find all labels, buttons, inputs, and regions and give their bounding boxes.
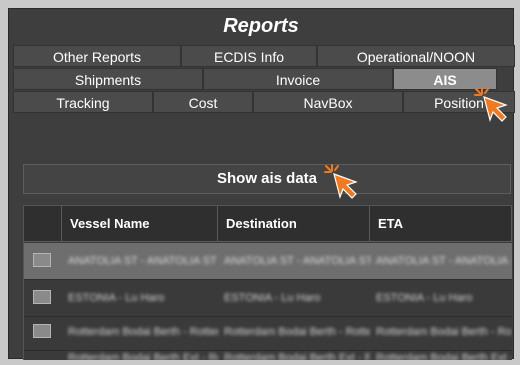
tab-shipments[interactable]: Shipments bbox=[13, 68, 203, 90]
reports-panel: Reports Other Reports ECDIS Info Operati… bbox=[8, 8, 515, 360]
tab-navbox[interactable]: NavBox bbox=[253, 91, 403, 113]
tab-row-3: Tracking Cost NavBox Position bbox=[13, 91, 515, 117]
tab-operational-noon[interactable]: Operational/NOON bbox=[317, 45, 515, 67]
tab-other-reports[interactable]: Other Reports bbox=[13, 45, 181, 67]
vessel-name-cell: Rotterdam Bodai Berth Ext - Rotterdam bbox=[68, 352, 218, 360]
eta-cell: ANATOLIA ST - ANATOLIA ST bbox=[376, 255, 512, 267]
column-header-vessel-name[interactable]: Vessel Name bbox=[62, 206, 218, 242]
tab-cost[interactable]: Cost bbox=[153, 91, 253, 113]
click-cursor-icon bbox=[474, 87, 508, 122]
column-header-destination[interactable]: Destination bbox=[218, 206, 370, 242]
panel-title: Reports bbox=[223, 15, 299, 37]
table-row[interactable]: ANATOLIA ST - ANATOLIA ST ANATOLIA ST - … bbox=[24, 243, 512, 280]
eta-cell: Rotterdam Bodai Berth Ext - Rotterdam bbox=[376, 352, 512, 360]
vessel-name-cell: ESTONIA - Lu Haro bbox=[68, 292, 165, 304]
row-checkbox[interactable] bbox=[33, 253, 51, 267]
tab-invoice[interactable]: Invoice bbox=[203, 68, 393, 90]
show-ais-data-button[interactable]: Show ais data bbox=[23, 164, 511, 194]
click-cursor-icon bbox=[324, 164, 358, 199]
destination-cell: Rotterdam Bodai Berth Ext - Rotterdam bbox=[224, 352, 370, 360]
eta-cell: ESTONIA - Lu Haro bbox=[376, 292, 473, 304]
ais-data-grid: Vessel Name Destination ETA ANATOLIA ST … bbox=[23, 205, 512, 360]
row-checkbox[interactable] bbox=[33, 324, 51, 338]
row-checkbox[interactable] bbox=[33, 290, 51, 304]
column-header-select[interactable] bbox=[24, 206, 62, 242]
tab-tracking[interactable]: Tracking bbox=[13, 91, 153, 113]
table-row[interactable]: Rotterdam Bodai Berth Ext - Rotterdam Ro… bbox=[24, 340, 512, 360]
destination-cell: ESTONIA - Lu Haro bbox=[224, 292, 321, 304]
destination-cell: ANATOLIA ST - ANATOLIA ST bbox=[224, 255, 370, 267]
tab-ecdis-info[interactable]: ECDIS Info bbox=[181, 45, 317, 67]
column-header-eta[interactable]: ETA bbox=[370, 206, 512, 242]
vessel-name-cell: ANATOLIA ST - ANATOLIA ST bbox=[68, 255, 217, 267]
table-row[interactable]: ESTONIA - Lu Haro ESTONIA - Lu Haro ESTO… bbox=[24, 280, 512, 317]
